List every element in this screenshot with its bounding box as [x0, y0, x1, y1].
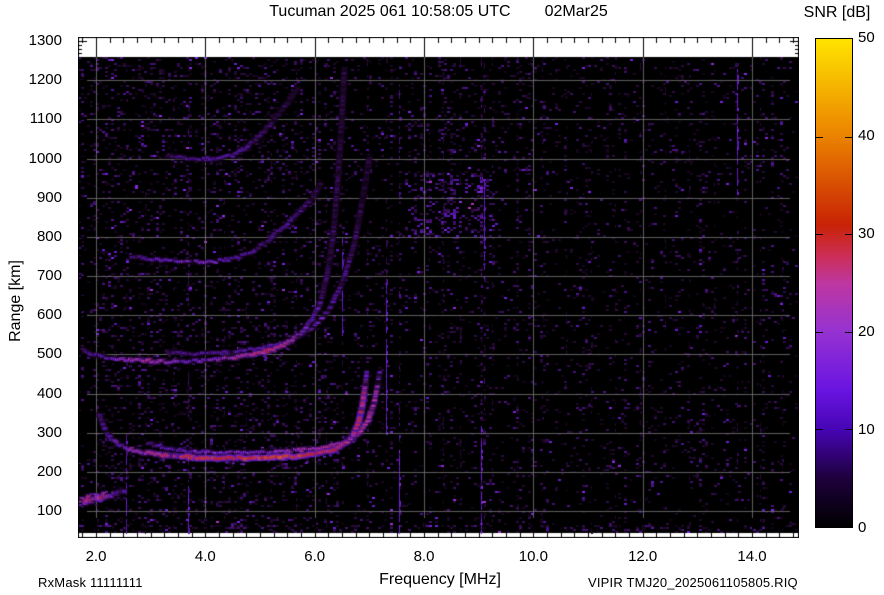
colorbar-tick-mark — [845, 234, 852, 236]
x-tick-label: 14.0 — [737, 548, 767, 565]
colorbar-tick-mark — [816, 429, 823, 431]
y-tick-label: 900 — [36, 188, 62, 206]
x-tick-label: 8.0 — [413, 548, 435, 565]
x-axis-label: Frequency [MHz] — [379, 571, 501, 588]
colorbar-tick-label: 50 — [858, 29, 875, 46]
colorbar-tick-mark — [845, 136, 852, 138]
colorbar-tick-mark — [816, 136, 823, 138]
y-tick-label: 300 — [36, 423, 62, 441]
y-tick-label: 1000 — [28, 149, 62, 167]
colorbar-tick-label: 30 — [858, 225, 875, 242]
y-tick-label: 200 — [36, 462, 62, 480]
colorbar-tick-mark — [816, 331, 823, 333]
x-tick-label: 2.0 — [85, 548, 107, 565]
ionogram-canvas — [78, 37, 799, 538]
title-date: 02Mar25 — [544, 3, 608, 20]
file-id-text: VIPIR TMJ20_2025061105805.RIQ — [588, 575, 798, 590]
colorbar-title: SNR [dB] — [803, 4, 871, 21]
x-tick-label: 4.0 — [194, 548, 216, 565]
y-tick-label: 400 — [36, 384, 62, 402]
plot-title: Tucuman 2025 061 10:58:05 UTC 02Mar25 — [78, 3, 799, 21]
colorbar-tick-label: 0 — [858, 519, 867, 536]
y-tick-label: 100 — [36, 502, 62, 520]
colorbar-tick-mark — [845, 331, 852, 333]
colorbar — [815, 38, 853, 528]
y-tick-label: 1100 — [29, 110, 62, 128]
y-tick-label: 1200 — [28, 71, 62, 89]
colorbar-tick-mark — [845, 429, 852, 431]
ionogram-figure: Tucuman 2025 061 10:58:05 UTC 02Mar25 SN… — [0, 0, 884, 595]
x-tick-label: 10.0 — [518, 548, 548, 565]
rx-mask-text: RxMask 11111111 — [38, 575, 143, 590]
colorbar-tick-label: 20 — [858, 323, 875, 340]
x-tick-label: 12.0 — [628, 548, 658, 565]
title-station-time: Tucuman 2025 061 10:58:05 UTC — [269, 3, 511, 20]
y-tick-label: 800 — [36, 227, 62, 245]
colorbar-tick-label: 40 — [858, 127, 875, 144]
x-tick-label: 6.0 — [304, 548, 326, 565]
colorbar-tick-mark — [816, 234, 823, 236]
colorbar-tick-label: 10 — [858, 421, 875, 438]
y-tick-label: 1300 — [28, 32, 62, 49]
y-axis-label: Range [km] — [7, 260, 24, 342]
